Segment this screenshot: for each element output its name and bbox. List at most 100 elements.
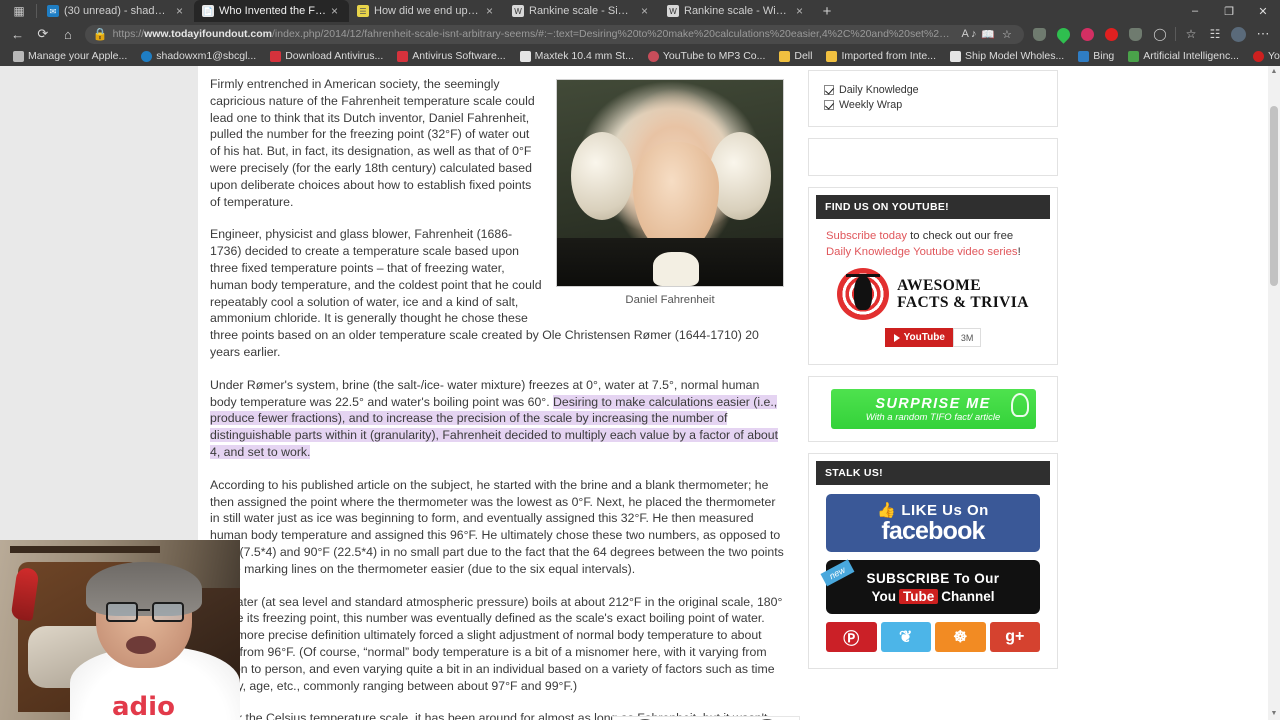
article-figure: Daniel Fahrenheit bbox=[556, 79, 784, 306]
abp-extension-icon[interactable] bbox=[1076, 23, 1100, 45]
facebook-like-button[interactable]: 👍 LIKE Us On facebook bbox=[826, 494, 1040, 552]
close-window-button[interactable]: ✕ bbox=[1246, 0, 1280, 22]
tab-title: Rankine scale - Simple English W bbox=[529, 5, 636, 17]
bookmark-label: Dell bbox=[794, 50, 813, 62]
bookmark-item[interactable]: Maxtek 10.4 mm St... bbox=[513, 47, 641, 65]
new-badge: new bbox=[820, 559, 855, 587]
shield-extension-2-icon[interactable] bbox=[1124, 23, 1148, 45]
location-pin-icon[interactable] bbox=[1052, 23, 1076, 45]
scrollbar-thumb[interactable] bbox=[1270, 106, 1278, 286]
checkbox-checked-icon[interactable] bbox=[824, 85, 834, 95]
close-icon[interactable]: × bbox=[796, 5, 808, 17]
bookmark-folder[interactable]: Imported from Inte... bbox=[819, 47, 943, 65]
mouth bbox=[126, 636, 156, 654]
youtube-button[interactable]: YouTube bbox=[884, 328, 953, 347]
surprise-me-button[interactable]: SURPRISE ME With a random TIFO fact/ art… bbox=[830, 389, 1036, 429]
shield-extension-icon[interactable] bbox=[1028, 23, 1052, 45]
browser-tab-1[interactable]: 📄 Who Invented the Fahrenheit an × bbox=[194, 0, 349, 22]
lock-icon: 🔒 bbox=[92, 27, 108, 41]
apple-icon bbox=[13, 50, 24, 62]
close-icon[interactable]: × bbox=[486, 5, 498, 17]
bookmark-item[interactable]: Ship Model Wholes... bbox=[943, 47, 1071, 65]
webcam-overlay: adio bbox=[0, 540, 240, 720]
yt-word-tube: Tube bbox=[898, 588, 939, 604]
back-button[interactable]: ← bbox=[5, 23, 30, 45]
daniel-fahrenheit-portrait bbox=[556, 79, 784, 287]
settings-more-icon[interactable]: ⋯ bbox=[1251, 23, 1275, 45]
subscribe-widget: Daily Knowledge Weekly Wrap bbox=[808, 70, 1058, 127]
tab-title: Rankine scale - Wikipedia bbox=[684, 5, 791, 17]
youtube-line-2: You Tube Channel bbox=[871, 588, 995, 604]
minimize-button[interactable]: – bbox=[1178, 0, 1212, 22]
youtube-icon bbox=[1252, 50, 1264, 62]
bookmark-folder[interactable]: Dell bbox=[772, 47, 819, 65]
bookmark-item[interactable]: Artificial Intelligenc... bbox=[1121, 47, 1246, 65]
add-favorite-icon[interactable]: ☆ bbox=[998, 25, 1016, 43]
close-icon[interactable]: × bbox=[641, 5, 653, 17]
bookmark-item[interactable]: Bing bbox=[1071, 47, 1121, 65]
reload-button[interactable]: ⟳ bbox=[30, 23, 55, 45]
pinterest-icon[interactable]: Ⓟ bbox=[826, 622, 877, 652]
subscribe-option-weekly[interactable]: Weekly Wrap bbox=[824, 99, 1048, 111]
browser-tab-0[interactable]: ✉ (30 unread) - shadowxm1@sbcg × bbox=[39, 0, 194, 22]
glasses-bridge bbox=[138, 609, 150, 612]
browser-tab-4[interactable]: W Rankine scale - Wikipedia × bbox=[659, 0, 814, 22]
reading-view-icon[interactable]: 📖 bbox=[979, 25, 997, 43]
facebook-label-1: LIKE Us On bbox=[901, 501, 989, 519]
surprise-wrap: SURPRISE ME With a random TIFO fact/ art… bbox=[813, 381, 1053, 437]
daily-knowledge-link[interactable]: Daily Knowledge Youtube video series bbox=[826, 246, 1018, 258]
checkbox-checked-icon[interactable] bbox=[824, 100, 834, 110]
promo-mid-text: to check out our free bbox=[907, 230, 1014, 242]
address-bar[interactable]: 🔒 https://www.todayifoundout.com/index.p… bbox=[84, 24, 1024, 44]
article-column: Daniel Fahrenheit Firmly entrenched in A… bbox=[198, 66, 798, 720]
favorites-icon[interactable]: ☆ bbox=[1179, 23, 1203, 45]
twitter-icon[interactable]: ❦ bbox=[880, 622, 931, 652]
history-clock-icon[interactable]: ◯ bbox=[1148, 23, 1172, 45]
youtube-widget-body: Subscribe today to check out our free Da… bbox=[816, 219, 1050, 357]
subscribe-list: Daily Knowledge Weekly Wrap bbox=[818, 79, 1048, 118]
maximize-button[interactable]: ❐ bbox=[1212, 0, 1246, 22]
collections-icon[interactable]: ☷ bbox=[1203, 23, 1227, 45]
awesome-facts-logo-block[interactable]: AWESOME FACTS & TRIVIA bbox=[826, 268, 1040, 320]
youtube-subscribe-pill[interactable]: YouTube 3M bbox=[826, 328, 1040, 347]
scroll-up-arrow[interactable]: ▲ bbox=[1268, 66, 1280, 78]
wikipedia-icon: W bbox=[512, 5, 524, 17]
browser-tab-3[interactable]: W Rankine scale - Simple English W × bbox=[504, 0, 659, 22]
page-scrollbar[interactable]: ▲ ▼ bbox=[1268, 66, 1280, 720]
bookmark-item[interactable]: YouTube to MP3 Co... bbox=[641, 47, 773, 65]
google-plus-icon[interactable]: g+ bbox=[989, 622, 1040, 652]
bookmark-item[interactable]: shadowxm1@sbcgl... bbox=[134, 47, 263, 65]
subscribe-today-link[interactable]: Subscribe today bbox=[826, 230, 907, 242]
home-button[interactable]: ⌂ bbox=[55, 23, 80, 45]
bookmark-label: YouTube bbox=[1267, 50, 1280, 62]
youtube-subscribe-button[interactable]: new SUBSCRIBE To Our You Tube Channel bbox=[820, 559, 1040, 614]
bookmark-item[interactable]: Download Antivirus... bbox=[263, 47, 390, 65]
lightbulb-icon bbox=[1010, 393, 1029, 417]
bookmark-label: Imported from Inte... bbox=[841, 50, 937, 62]
social-icon-row: Ⓟ ❦ ☸ g+ bbox=[826, 622, 1040, 652]
omnibox-icons: A ♪ 📖 ☆ bbox=[960, 25, 1016, 43]
rss-icon[interactable]: ☸ bbox=[935, 622, 986, 652]
stalk-us-body: 👍 LIKE Us On facebook new SUBSCRIBE To Ou… bbox=[816, 485, 1050, 661]
bookmark-item[interactable]: Manage your Apple... bbox=[6, 47, 134, 65]
profile-avatar[interactable] bbox=[1227, 23, 1251, 45]
browser-tab-2[interactable]: ☰ How did we end up with both Fa × bbox=[349, 0, 504, 22]
close-icon[interactable]: × bbox=[331, 5, 343, 17]
bookmark-item[interactable]: Antivirus Software... bbox=[390, 47, 512, 65]
lens-right bbox=[152, 602, 184, 622]
bookmark-item[interactable]: YouTube bbox=[1246, 47, 1280, 65]
surprise-line-1: SURPRISE ME bbox=[875, 395, 991, 412]
divider bbox=[1174, 27, 1176, 41]
red-drop-icon[interactable] bbox=[1100, 23, 1124, 45]
close-icon[interactable]: × bbox=[176, 5, 188, 17]
new-tab-button[interactable]: + bbox=[814, 0, 840, 22]
mail-icon: ✉ bbox=[47, 5, 59, 17]
bookmark-label: Antivirus Software... bbox=[412, 50, 506, 62]
tab-search-icon[interactable]: ▦ bbox=[4, 0, 34, 22]
read-aloud-icon[interactable]: A ♪ bbox=[960, 25, 978, 43]
extension-icons: ◯ ☆ ☷ ⋯ bbox=[1028, 23, 1275, 45]
logo-line-2: FACTS & TRIVIA bbox=[897, 294, 1029, 311]
scroll-down-arrow[interactable]: ▼ bbox=[1268, 708, 1280, 720]
subscribe-option-daily[interactable]: Daily Knowledge bbox=[824, 84, 1048, 96]
circle-icon bbox=[647, 50, 659, 62]
